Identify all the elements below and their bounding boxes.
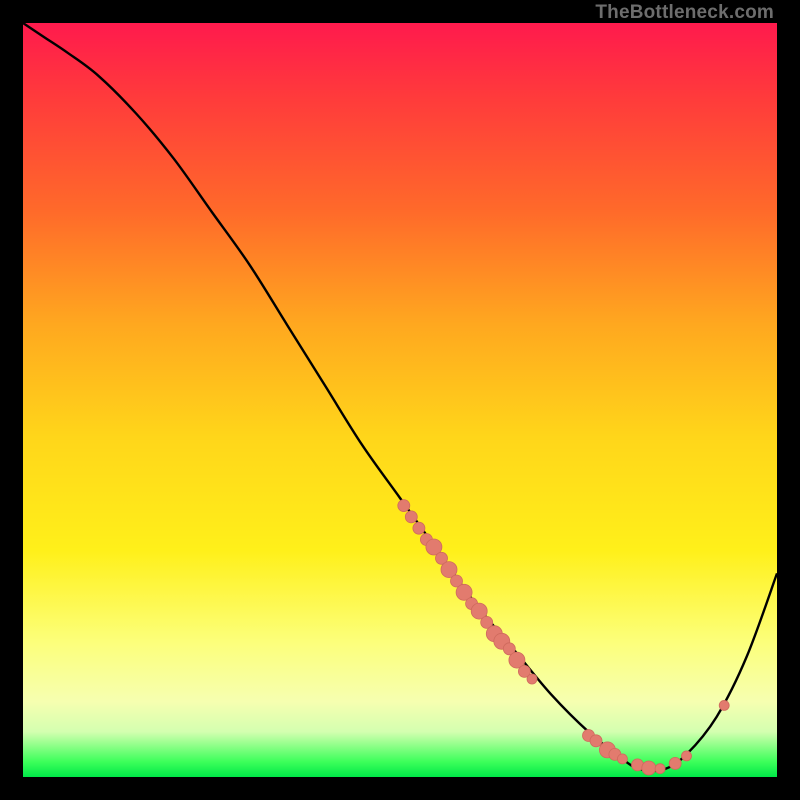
data-marker: [590, 735, 602, 747]
data-marker: [642, 761, 656, 775]
data-marker: [617, 754, 627, 764]
data-marker: [719, 700, 729, 710]
data-marker: [669, 757, 681, 769]
data-marker: [405, 511, 417, 523]
data-marker: [682, 751, 692, 761]
curve-layer: [23, 23, 777, 777]
data-marker: [413, 522, 425, 534]
attribution-text: TheBottleneck.com: [595, 2, 774, 24]
data-marker: [527, 674, 537, 684]
data-marker: [398, 500, 410, 512]
data-markers: [398, 500, 729, 775]
data-marker: [655, 764, 665, 774]
chart-frame: TheBottleneck.com: [0, 0, 800, 800]
bottleneck-curve: [23, 23, 777, 771]
